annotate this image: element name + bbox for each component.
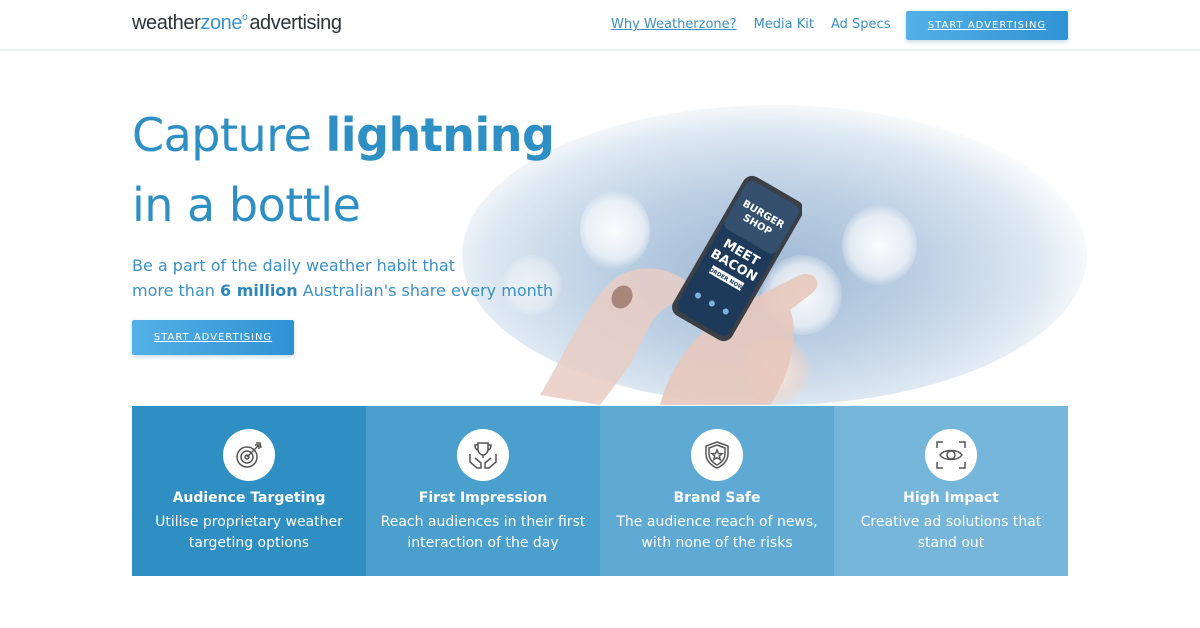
logo-zone: zone bbox=[200, 12, 243, 34]
hero-subtitle-prefix: more than bbox=[132, 281, 220, 300]
feature-title: First Impression bbox=[418, 490, 548, 506]
start-advertising-hero-button[interactable]: START ADVERTISING bbox=[132, 320, 294, 355]
logo-advertising: advertising bbox=[249, 12, 342, 34]
hero-title-line1: Capture lightning bbox=[132, 108, 555, 162]
feature-description: Creative ad solutions that stand out bbox=[860, 514, 1042, 551]
hero-title-capture: Capture bbox=[132, 108, 326, 162]
start-advertising-header-button[interactable]: START ADVERTISING bbox=[906, 11, 1068, 40]
hero-subtitle-line1: Be a part of the daily weather habit tha… bbox=[132, 256, 456, 275]
site-header: weatherzoneo advertising Why Weatherzone?… bbox=[0, 0, 1200, 51]
feature-first-impression: First Impression Reach audiences in thei… bbox=[366, 406, 600, 576]
main-nav: Why Weatherzone? Media Kit Ad Specs bbox=[611, 17, 907, 32]
hero-subtitle-6-million: 6 million bbox=[219, 281, 298, 300]
logo-degree: o bbox=[242, 12, 248, 23]
feature-high-impact: High Impact Creative ad solutions that s… bbox=[834, 406, 1068, 576]
eye-focus-icon bbox=[925, 429, 977, 481]
shield-star-icon bbox=[691, 429, 743, 481]
nav-ad-specs[interactable]: Ad Specs bbox=[831, 17, 890, 32]
nav-media-kit[interactable]: Media Kit bbox=[754, 17, 814, 32]
nav-why-weatherzone[interactable]: Why Weatherzone? bbox=[611, 17, 737, 32]
hero-title-line2: in a bottle bbox=[132, 178, 361, 232]
feature-description: Reach audiences in their first interacti… bbox=[380, 514, 586, 551]
features-strip: Audience Targeting Utilise proprietary w… bbox=[132, 406, 1068, 576]
smartphone-image: BURGER SHOP MEET BACON ORDER NOW bbox=[672, 175, 802, 342]
feature-description: The audience reach of news, with none of… bbox=[616, 514, 818, 551]
hero-subtitle-line2: more than 6 million Australian's share e… bbox=[132, 281, 553, 300]
feature-description: Utilise proprietary weather targeting op… bbox=[155, 514, 343, 551]
feature-title: High Impact bbox=[903, 490, 999, 506]
feature-audience-targeting: Audience Targeting Utilise proprietary w… bbox=[132, 406, 366, 576]
trophy-hands-icon bbox=[457, 429, 509, 481]
feature-title: Brand Safe bbox=[673, 490, 761, 506]
feature-title: Audience Targeting bbox=[172, 490, 326, 506]
weatherzone-advertising-logo[interactable]: weatherzoneo advertising bbox=[132, 12, 342, 35]
feature-brand-safe: Brand Safe The audience reach of news, w… bbox=[600, 406, 834, 576]
hero-title-lightning: lightning bbox=[325, 108, 555, 162]
target-icon bbox=[223, 429, 275, 481]
hero-subtitle-suffix: Australian's share every month bbox=[297, 281, 554, 300]
logo-weather: weather bbox=[132, 12, 201, 34]
